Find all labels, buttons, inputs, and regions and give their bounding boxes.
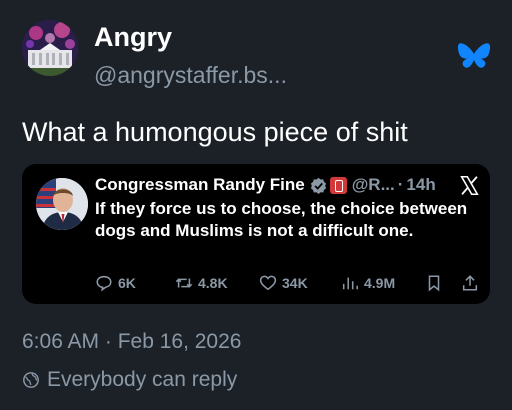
quoted-timestamp[interactable]: 14h	[406, 175, 435, 195]
verified-badge-icon	[310, 177, 326, 194]
quoted-author-avatar[interactable]	[36, 178, 88, 230]
quoted-text: If they force us to choose, the choice b…	[95, 199, 468, 240]
portrait-avatar-icon	[36, 178, 88, 230]
bluesky-butterfly-icon[interactable]	[457, 41, 491, 71]
author-avatar[interactable]	[22, 20, 78, 76]
reply-settings: Everybody can reply	[22, 368, 237, 392]
views-action[interactable]: 4.9M	[341, 274, 395, 292]
author-handle[interactable]: @angrystaffer.bs...	[94, 62, 287, 89]
like-action[interactable]: 34K	[259, 274, 308, 292]
heart-icon	[259, 275, 277, 291]
repost-count: 4.8K	[198, 275, 228, 291]
bookmark-icon[interactable]	[425, 274, 443, 292]
reply-icon	[96, 275, 112, 292]
repost-action[interactable]: 4.8K	[175, 274, 228, 292]
government-badge-icon	[329, 176, 347, 194]
post-text: What a humongous piece of shit	[22, 117, 408, 147]
post-timestamp[interactable]: 6:06 AM · Feb 16, 2026	[22, 330, 241, 354]
quoted-author-name[interactable]: Congressman Randy Fine	[95, 175, 305, 195]
reply-action[interactable]: 6K	[95, 274, 136, 292]
quoted-post-card[interactable]: Congressman Randy Fine @R... · 14h If th…	[22, 164, 490, 304]
quoted-header: Congressman Randy Fine @R... · 14h	[95, 175, 436, 195]
x-logo-icon[interactable]	[459, 175, 480, 196]
author-name[interactable]: Angry	[94, 22, 172, 53]
reply-count: 6K	[118, 275, 136, 291]
reply-setting-label: Everybody can reply	[47, 368, 238, 391]
header-separator: ·	[397, 175, 404, 194]
globe-icon	[23, 372, 39, 388]
views-count: 4.9M	[364, 275, 396, 291]
quoted-author-handle[interactable]: @R...	[352, 175, 395, 195]
like-count: 34K	[282, 275, 308, 291]
quoted-actions: 6K 4.8K 34K 4.9M	[95, 274, 480, 294]
repost-icon	[175, 278, 193, 288]
views-chart-icon	[342, 277, 358, 290]
white-house-avatar-icon	[22, 20, 78, 76]
share-icon[interactable]	[461, 274, 479, 292]
